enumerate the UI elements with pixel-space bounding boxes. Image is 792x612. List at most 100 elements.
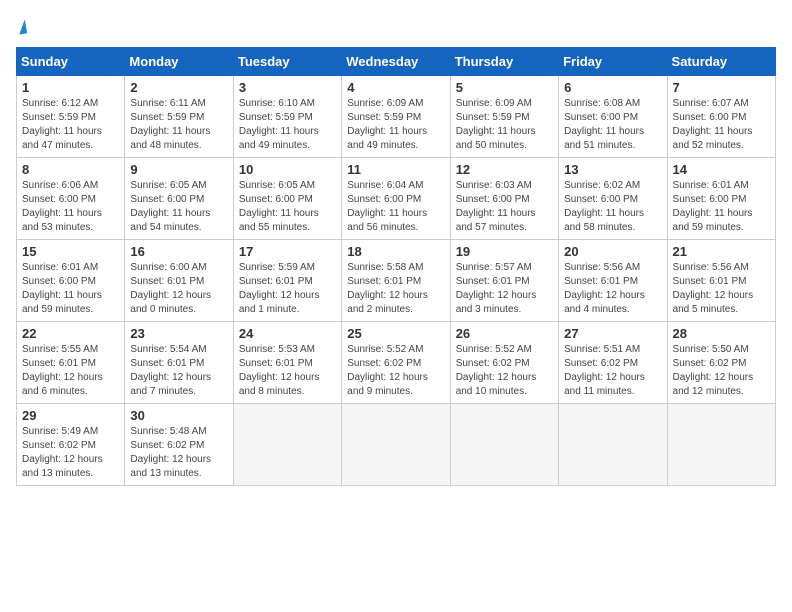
- calendar-cell: 2 Sunrise: 6:11 AM Sunset: 5:59 PM Daylig…: [125, 76, 233, 158]
- day-number: 11: [347, 162, 444, 177]
- day-number: 12: [456, 162, 553, 177]
- calendar-cell: 6 Sunrise: 6:08 AM Sunset: 6:00 PM Daylig…: [559, 76, 667, 158]
- calendar-cell: 11Sunrise: 6:04 AM Sunset: 6:00 PM Dayli…: [342, 158, 450, 240]
- calendar-cell: [559, 404, 667, 486]
- logo: [16, 16, 26, 39]
- calendar-cell: 8 Sunrise: 6:06 AM Sunset: 6:00 PM Daylig…: [17, 158, 125, 240]
- calendar-cell: [667, 404, 775, 486]
- day-number: 26: [456, 326, 553, 341]
- day-info: Sunrise: 6:09 AM Sunset: 5:59 PM Dayligh…: [347, 97, 444, 153]
- calendar-cell: 13 Sunrise: 6:02 AM Sunset: 6:00 PM Dayli…: [559, 158, 667, 240]
- day-number: 23: [130, 326, 227, 341]
- day-number: 14: [673, 162, 770, 177]
- calendar-cell: 21Sunrise: 5:56 AM Sunset: 6:01 PM Dayli…: [667, 240, 775, 322]
- day-number: 4: [347, 80, 444, 95]
- calendar-cell: 20 Sunrise: 5:56 AM Sunset: 6:01 PM Dayli…: [559, 240, 667, 322]
- day-info: Sunrise: 6:03 AM Sunset: 6:00 PM Dayligh…: [456, 179, 553, 235]
- day-number: 30: [130, 408, 227, 423]
- day-info: Sunrise: 6:01 AM Sunset: 6:00 PM Dayligh…: [22, 261, 119, 317]
- day-info: Sunrise: 5:56 AM Sunset: 6:01 PM Dayligh…: [564, 261, 661, 317]
- day-info: Sunrise: 5:55 AM Sunset: 6:01 PM Dayligh…: [22, 343, 119, 399]
- column-header-tuesday: Tuesday: [233, 48, 341, 76]
- column-header-friday: Friday: [559, 48, 667, 76]
- calendar-week-1: 1 Sunrise: 6:12 AM Sunset: 5:59 PM Daylig…: [17, 76, 776, 158]
- day-info: Sunrise: 6:07 AM Sunset: 6:00 PM Dayligh…: [673, 97, 770, 153]
- day-number: 16: [130, 244, 227, 259]
- column-header-sunday: Sunday: [17, 48, 125, 76]
- calendar-cell: 19Sunrise: 5:57 AM Sunset: 6:01 PM Dayli…: [450, 240, 558, 322]
- day-number: 19: [456, 244, 553, 259]
- calendar-cell: 23 Sunrise: 5:54 AM Sunset: 6:01 PM Dayli…: [125, 322, 233, 404]
- day-info: Sunrise: 6:02 AM Sunset: 6:00 PM Dayligh…: [564, 179, 661, 235]
- calendar-cell: [233, 404, 341, 486]
- calendar-cell: 16 Sunrise: 6:00 AM Sunset: 6:01 PM Dayli…: [125, 240, 233, 322]
- day-info: Sunrise: 6:06 AM Sunset: 6:00 PM Dayligh…: [22, 179, 119, 235]
- day-info: Sunrise: 5:53 AM Sunset: 6:01 PM Dayligh…: [239, 343, 336, 399]
- calendar-week-5: 29 Sunrise: 5:49 AM Sunset: 6:02 PM Dayli…: [17, 404, 776, 486]
- day-info: Sunrise: 5:50 AM Sunset: 6:02 PM Dayligh…: [673, 343, 770, 399]
- calendar-cell: 25 Sunrise: 5:52 AM Sunset: 6:02 PM Dayli…: [342, 322, 450, 404]
- calendar-cell: 28 Sunrise: 5:50 AM Sunset: 6:02 PM Dayli…: [667, 322, 775, 404]
- day-number: 1: [22, 80, 119, 95]
- day-number: 20: [564, 244, 661, 259]
- calendar-cell: 26Sunrise: 5:52 AM Sunset: 6:02 PM Dayli…: [450, 322, 558, 404]
- day-info: Sunrise: 6:05 AM Sunset: 6:00 PM Dayligh…: [130, 179, 227, 235]
- day-info: Sunrise: 6:05 AM Sunset: 6:00 PM Dayligh…: [239, 179, 336, 235]
- day-number: 29: [22, 408, 119, 423]
- day-info: Sunrise: 5:49 AM Sunset: 6:02 PM Dayligh…: [22, 425, 119, 481]
- day-number: 6: [564, 80, 661, 95]
- day-number: 9: [130, 162, 227, 177]
- calendar-cell: 12 Sunrise: 6:03 AM Sunset: 6:00 PM Dayli…: [450, 158, 558, 240]
- day-info: Sunrise: 5:48 AM Sunset: 6:02 PM Dayligh…: [130, 425, 227, 481]
- column-header-wednesday: Wednesday: [342, 48, 450, 76]
- day-info: Sunrise: 5:54 AM Sunset: 6:01 PM Dayligh…: [130, 343, 227, 399]
- day-number: 24: [239, 326, 336, 341]
- calendar-cell: 27Sunrise: 5:51 AM Sunset: 6:02 PM Dayli…: [559, 322, 667, 404]
- column-header-thursday: Thursday: [450, 48, 558, 76]
- day-number: 22: [22, 326, 119, 341]
- calendar-week-3: 15 Sunrise: 6:01 AM Sunset: 6:00 PM Dayli…: [17, 240, 776, 322]
- day-info: Sunrise: 5:52 AM Sunset: 6:02 PM Dayligh…: [347, 343, 444, 399]
- day-number: 15: [22, 244, 119, 259]
- day-number: 8: [22, 162, 119, 177]
- day-number: 7: [673, 80, 770, 95]
- day-number: 5: [456, 80, 553, 95]
- calendar-week-4: 22 Sunrise: 5:55 AM Sunset: 6:01 PM Dayli…: [17, 322, 776, 404]
- day-number: 2: [130, 80, 227, 95]
- calendar-cell: 10 Sunrise: 6:05 AM Sunset: 6:00 PM Dayli…: [233, 158, 341, 240]
- day-number: 17: [239, 244, 336, 259]
- day-info: Sunrise: 5:51 AM Sunset: 6:02 PM Dayligh…: [564, 343, 661, 399]
- day-info: Sunrise: 6:12 AM Sunset: 5:59 PM Dayligh…: [22, 97, 119, 153]
- calendar-cell: 29 Sunrise: 5:49 AM Sunset: 6:02 PM Dayli…: [17, 404, 125, 486]
- logo-triangle-icon: [17, 19, 27, 34]
- day-info: Sunrise: 6:09 AM Sunset: 5:59 PM Dayligh…: [456, 97, 553, 153]
- calendar-cell: 17Sunrise: 5:59 AM Sunset: 6:01 PM Dayli…: [233, 240, 341, 322]
- calendar-cell: 15 Sunrise: 6:01 AM Sunset: 6:00 PM Dayli…: [17, 240, 125, 322]
- calendar-cell: 9 Sunrise: 6:05 AM Sunset: 6:00 PM Daylig…: [125, 158, 233, 240]
- day-info: Sunrise: 6:01 AM Sunset: 6:00 PM Dayligh…: [673, 179, 770, 235]
- calendar-cell: 4 Sunrise: 6:09 AM Sunset: 5:59 PM Daylig…: [342, 76, 450, 158]
- calendar-table: SundayMondayTuesdayWednesdayThursdayFrid…: [16, 47, 776, 486]
- calendar-week-2: 8 Sunrise: 6:06 AM Sunset: 6:00 PM Daylig…: [17, 158, 776, 240]
- calendar-cell: 24 Sunrise: 5:53 AM Sunset: 6:01 PM Dayli…: [233, 322, 341, 404]
- day-info: Sunrise: 6:11 AM Sunset: 5:59 PM Dayligh…: [130, 97, 227, 153]
- calendar-cell: [450, 404, 558, 486]
- day-info: Sunrise: 5:56 AM Sunset: 6:01 PM Dayligh…: [673, 261, 770, 317]
- column-header-saturday: Saturday: [667, 48, 775, 76]
- day-number: 18: [347, 244, 444, 259]
- calendar-cell: 18Sunrise: 5:58 AM Sunset: 6:01 PM Dayli…: [342, 240, 450, 322]
- calendar-header-row: SundayMondayTuesdayWednesdayThursdayFrid…: [17, 48, 776, 76]
- day-info: Sunrise: 6:08 AM Sunset: 6:00 PM Dayligh…: [564, 97, 661, 153]
- day-number: 28: [673, 326, 770, 341]
- calendar-cell: 22 Sunrise: 5:55 AM Sunset: 6:01 PM Dayli…: [17, 322, 125, 404]
- day-number: 25: [347, 326, 444, 341]
- day-info: Sunrise: 6:00 AM Sunset: 6:01 PM Dayligh…: [130, 261, 227, 317]
- page-header: [16, 16, 776, 39]
- calendar-cell: 3 Sunrise: 6:10 AM Sunset: 5:59 PM Daylig…: [233, 76, 341, 158]
- day-info: Sunrise: 6:10 AM Sunset: 5:59 PM Dayligh…: [239, 97, 336, 153]
- day-number: 3: [239, 80, 336, 95]
- column-header-monday: Monday: [125, 48, 233, 76]
- calendar-cell: 30 Sunrise: 5:48 AM Sunset: 6:02 PM Dayli…: [125, 404, 233, 486]
- day-number: 10: [239, 162, 336, 177]
- day-number: 13: [564, 162, 661, 177]
